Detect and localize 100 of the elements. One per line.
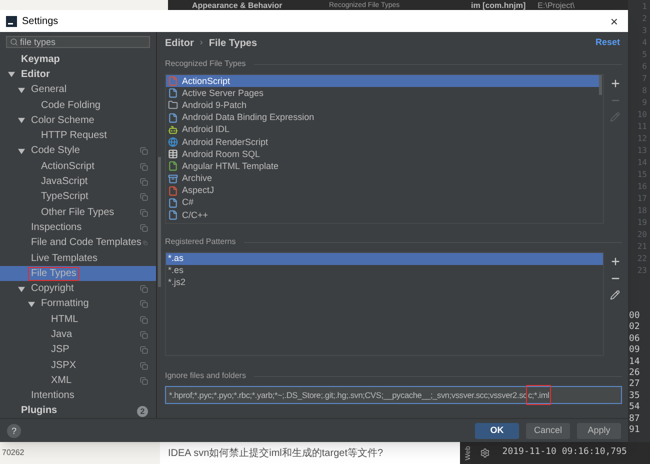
tree-item[interactable]: File and Code Templates xyxy=(0,236,156,251)
file-type-row[interactable]: Android RenderScript xyxy=(166,136,599,148)
dialog-button[interactable]: Apply xyxy=(577,422,621,438)
tree-item[interactable]: Editor xyxy=(0,67,156,83)
tree-label: XML xyxy=(50,374,73,387)
tree-item[interactable]: TypeScript xyxy=(0,190,156,205)
group-label: Registered Patterns xyxy=(165,236,236,248)
tree-item[interactable]: Inspections xyxy=(0,220,156,236)
folder-icon xyxy=(168,100,178,110)
tree-item[interactable]: Code Folding xyxy=(0,98,156,114)
file-type-row[interactable]: ActionScript xyxy=(166,75,599,88)
caret-icon[interactable] xyxy=(28,300,35,308)
tree-item[interactable]: ActionScript xyxy=(0,159,156,174)
tree-item[interactable]: Intentions xyxy=(0,388,156,404)
file-type-row[interactable]: Android Room SQL xyxy=(166,148,599,160)
tree-item[interactable]: Live Templates xyxy=(0,250,156,266)
file-type-row[interactable]: Android 9-Patch xyxy=(166,99,599,112)
tree-label: HTML xyxy=(50,314,80,326)
search-field[interactable]: file types xyxy=(6,36,150,48)
tree-item[interactable]: HTTP Request xyxy=(0,128,156,144)
reset-link[interactable]: Reset xyxy=(595,36,620,50)
article-title: IDEA svn如何禁止提交iml和生成的target等文件? xyxy=(168,446,384,460)
tree-item[interactable]: Keymap xyxy=(0,52,156,68)
file-type-row[interactable]: Active Server Pages xyxy=(166,87,599,100)
file-type-row[interactable]: C/C++ xyxy=(166,209,599,222)
breadcrumb-item[interactable]: File Types xyxy=(208,36,258,50)
breadcrumb-separator: › xyxy=(200,36,203,50)
tree-label: ActionScript xyxy=(40,160,96,173)
tree-item[interactable]: Code Style xyxy=(0,144,156,160)
file-type-row[interactable]: Android Data Binding Expression xyxy=(166,112,599,124)
log-text: 02 xyxy=(629,322,640,334)
settings-node-label: Appearance & Behavior xyxy=(192,1,284,11)
page-text: 70262 xyxy=(2,447,24,459)
file-icon xyxy=(168,161,178,172)
file-icon xyxy=(168,210,178,220)
settings-icon[interactable] xyxy=(480,448,490,458)
tree-label: TypeScript xyxy=(40,191,90,204)
tree-item[interactable]: Copyright xyxy=(0,281,156,297)
file-type-row[interactable]: Archive xyxy=(166,172,599,185)
tree-label: JSPX xyxy=(50,360,78,372)
breadcrumb-item[interactable]: Editor xyxy=(165,36,194,50)
search-icon xyxy=(10,38,18,46)
file-type-row[interactable]: C# xyxy=(166,196,599,210)
tree-item[interactable]: Formatting xyxy=(0,296,156,312)
help-button[interactable]: ? xyxy=(7,424,21,438)
tree-label: Color Scheme xyxy=(30,114,96,127)
archive-icon xyxy=(168,174,178,184)
file-type-row[interactable]: Angular HTML Template xyxy=(166,160,599,172)
tree-item[interactable]: General xyxy=(0,82,156,98)
file-icon xyxy=(168,112,178,123)
file-icon xyxy=(168,186,178,196)
count-badge: 2 xyxy=(137,406,148,417)
tree-item[interactable]: JSPX xyxy=(0,358,156,374)
tree-item[interactable]: Plugins 2 xyxy=(0,404,156,420)
tree-item[interactable]: XML xyxy=(0,373,156,389)
caret-icon[interactable] xyxy=(18,148,25,155)
tree-item[interactable]: Java xyxy=(0,327,156,343)
caret-icon[interactable] xyxy=(8,71,15,78)
caret-icon[interactable] xyxy=(18,286,25,293)
ignore-input-field[interactable]: *.hprof;*.pyc;*.pyo;*.rbc;*.yarb;*~;.DS_Store;.git;.hg;.svn;CVS;__pycache__;_svn;vssver.scc;vssver2.sc c;*.iml xyxy=(165,386,622,404)
tree-item[interactable]: Color Scheme xyxy=(0,113,156,128)
tree-item[interactable]: Other File Types xyxy=(0,204,156,220)
tree-label: File and Code Templates xyxy=(30,237,142,250)
file-icon xyxy=(168,88,178,98)
file-type-row[interactable]: Android IDL xyxy=(166,124,599,136)
pattern-row[interactable]: *.js2 xyxy=(166,277,603,289)
dialog-button[interactable]: Cancel xyxy=(526,422,570,438)
file-type-row[interactable]: AspectJ xyxy=(166,184,599,197)
tree-label: Copyright xyxy=(30,283,75,296)
tree-label: Code Folding xyxy=(40,100,102,112)
log-text: 27 xyxy=(629,379,640,391)
pattern-row[interactable]: *.es xyxy=(166,265,603,277)
app-logo-icon xyxy=(6,16,17,26)
tree-label: Inspections xyxy=(30,222,83,234)
tree-label: Code Style xyxy=(30,145,81,158)
close-button[interactable]: × xyxy=(606,14,622,28)
pattern-row[interactable]: *.as xyxy=(166,253,603,265)
log-text: 87 xyxy=(629,414,640,425)
caret-icon[interactable] xyxy=(18,117,25,124)
log-text: 91 xyxy=(629,425,640,436)
file-icon xyxy=(168,198,178,208)
caret-icon[interactable] xyxy=(18,86,25,94)
tree-label: JSP xyxy=(50,344,70,356)
project-path: E:\Project\ xyxy=(538,1,575,11)
tree-label: General xyxy=(30,84,68,96)
group-label: Ignore files and folders xyxy=(165,370,246,382)
tree-label: Formatting xyxy=(40,298,90,310)
tree-label: Plugins xyxy=(20,405,58,418)
log-text: 06 xyxy=(629,334,640,345)
tree-label: Keymap xyxy=(20,54,61,66)
tree-label: Live Templates xyxy=(30,252,99,264)
log-text: 35 xyxy=(629,390,640,402)
dialog-button[interactable]: OK xyxy=(475,422,519,438)
globe-icon xyxy=(168,137,178,148)
tree-item[interactable]: HTML xyxy=(0,312,156,328)
add-icon[interactable] xyxy=(610,256,620,267)
tree-item[interactable]: JSP xyxy=(0,342,156,358)
add-icon[interactable] xyxy=(610,78,620,89)
tree-item[interactable]: JavaScript xyxy=(0,174,156,190)
scrollbar-thumb[interactable] xyxy=(599,75,602,95)
